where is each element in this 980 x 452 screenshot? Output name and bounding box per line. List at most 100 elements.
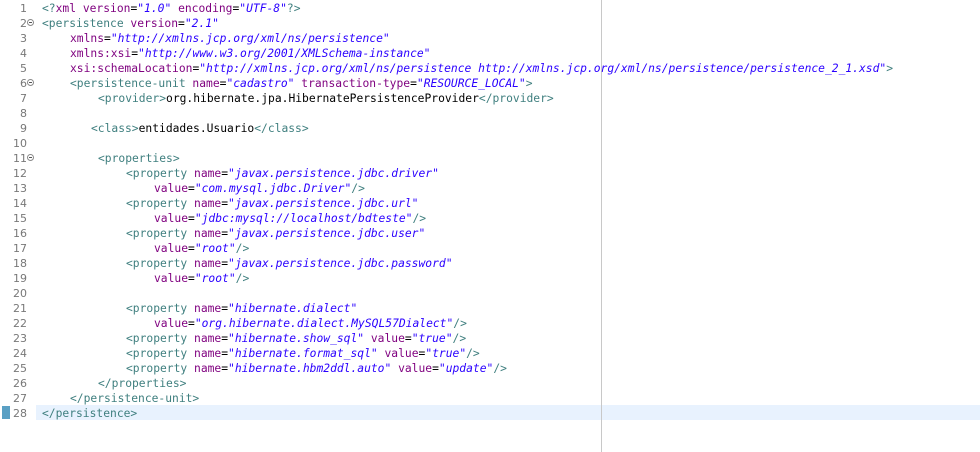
line-number: 9 (20, 122, 27, 135)
xml-value: "update" (438, 362, 494, 375)
xml-value: "javax.persistence.jdbc.user" (228, 227, 426, 240)
code-text: value="root"/> (42, 241, 249, 256)
xml-tag: > (886, 62, 893, 75)
xml-tag: </persistence-unit> (70, 392, 200, 405)
xml-attribute: value (364, 332, 405, 345)
xml-attribute: name (187, 197, 222, 210)
code-text: <?xml version="1.0" encoding="UTF-8"?> (42, 1, 301, 16)
xml-value: "http://xmlns.jcp.org/xml/ns/persistence… (199, 62, 887, 75)
xml-tag: <property (126, 167, 188, 180)
line-number: 4 (20, 47, 27, 60)
xml-tag: <property (126, 362, 188, 375)
xml-attribute: version (82, 2, 131, 15)
code-text: <persistence-unit name = "cadastro" transa… (42, 76, 533, 91)
line-number: 1 (20, 2, 27, 15)
xml-text: = (410, 77, 417, 90)
xml-attribute: encoding (171, 2, 233, 15)
code-text: <property name = "hibernate.show_sql" valu… (42, 331, 466, 346)
code-text: <properties> (42, 151, 180, 166)
code-text: </properties> (42, 376, 186, 391)
line-number: 12 (13, 167, 27, 180)
code-text: value="root"/> (42, 271, 249, 286)
line-number: 2 (20, 17, 27, 30)
line-number: 13 (13, 182, 27, 195)
line-number: 7 (20, 92, 27, 105)
xml-value: "jdbc:mysql://localhost/bdteste" (194, 212, 413, 225)
xml-tag: <property (126, 332, 188, 345)
xml-attribute: value (154, 212, 189, 225)
xml-tag: ?> (286, 2, 301, 15)
line-number: 3 (20, 32, 27, 45)
xml-text: = (188, 242, 195, 255)
xml-value: "root" (194, 272, 236, 285)
line-number: 18 (13, 257, 27, 270)
xml-attribute: name (187, 362, 222, 375)
xml-attribute: version (123, 17, 179, 30)
xml-tag: /> (351, 182, 365, 195)
xml-attribute: name (187, 167, 222, 180)
code-text: <property name="javax.persistence.jdbc.p… (42, 256, 453, 271)
code-text: <property name="javax.persistence.jdbc.u… (42, 226, 425, 241)
line-number: 26 (13, 377, 27, 390)
xml-attribute: xmlns (70, 32, 105, 45)
line-number: 28 (13, 407, 27, 420)
xml-editor[interactable]: 1 <?xml version="1.0" encoding="UTF-8"?> 2… (0, 0, 980, 452)
line-number: 19 (13, 272, 27, 285)
code-text: <class>entidades.Usuario</class> (42, 121, 309, 136)
xml-tag: <persistence (42, 17, 124, 30)
xml-value: "hibernate.show_sql" (228, 332, 365, 345)
xml-value: "javax.persistence.jdbc.url" (228, 197, 419, 210)
line-number: 11 (13, 152, 27, 165)
xml-tag: </persistence> (42, 407, 138, 420)
xml-text: = (131, 47, 139, 60)
xml-value: "javax.persistence.jdbc.driver" (228, 167, 439, 180)
xml-tag: <property (126, 302, 188, 315)
line-number: 10 (13, 137, 27, 150)
collapse-fold-icon[interactable] (27, 19, 34, 26)
xml-attribute: value (154, 317, 189, 330)
code-text: value="com.mysql.jdbc.Driver"/> (42, 181, 365, 196)
xml-tag: > (525, 77, 533, 90)
xml-text: entidades.Usuario (138, 122, 255, 135)
xml-value: "com.mysql.jdbc.Driver" (194, 182, 352, 195)
code-text: value="org.hibernate.dialect.MySQL57Dial… (42, 316, 467, 331)
xml-attribute: name (187, 257, 222, 270)
collapse-fold-icon[interactable] (27, 79, 34, 86)
code-text: <property name="hibernate.dialect" (42, 301, 357, 316)
xml-tag: <provider> (98, 92, 167, 105)
xml-text: = (432, 362, 439, 375)
code-text: xmlns="http://xmlns.jcp.org/xml/ns/persi… (42, 31, 390, 46)
code-text: </persistence-unit> (42, 391, 199, 406)
xml-tag: /> (452, 332, 467, 345)
xml-attribute: xmlns:xsi (70, 47, 132, 60)
line-number: 20 (13, 287, 27, 300)
xml-value: "root" (194, 242, 236, 255)
xml-value: "2.1" (184, 17, 219, 30)
xml-value: "javax.persistence.jdbc.password" (228, 257, 453, 270)
code-text: <property name="hibernate.format_sql" va… (42, 346, 480, 361)
line-number: 16 (13, 227, 27, 240)
code-text: <persistence version="2.1" (42, 16, 219, 31)
xml-value: "cadastro" (226, 77, 295, 90)
collapse-fold-icon[interactable] (27, 154, 34, 161)
code-text: <property name="javax.persistence.jdbc.u… (42, 196, 418, 211)
xml-value: "RESOURCE_LOCAL" (416, 77, 526, 90)
xml-value: "org.hibernate.dialect.MySQL57Dialect" (194, 317, 454, 330)
xml-tag: /> (235, 242, 250, 255)
line-number: 15 (13, 212, 27, 225)
code-text: </persistence> (42, 406, 137, 421)
xml-value: "UTF-8" (239, 2, 287, 15)
xml-attribute: name (187, 227, 222, 240)
xml-attribute: xml (55, 2, 83, 15)
xml-text: = (188, 272, 195, 285)
xml-tag: </provider> (478, 92, 554, 105)
line-number: 8 (20, 107, 27, 120)
xml-tag: <property (126, 197, 188, 210)
xml-attribute: xsi:schemaLocation (70, 62, 193, 75)
xml-value: "hibernate.dialect" (228, 302, 358, 315)
xml-attribute: name (185, 77, 220, 90)
xml-value: "hibernate.format_sql" (228, 347, 378, 360)
line-number: 22 (13, 317, 27, 330)
xml-attribute: value (377, 347, 419, 360)
xml-value: "true" (411, 332, 453, 345)
